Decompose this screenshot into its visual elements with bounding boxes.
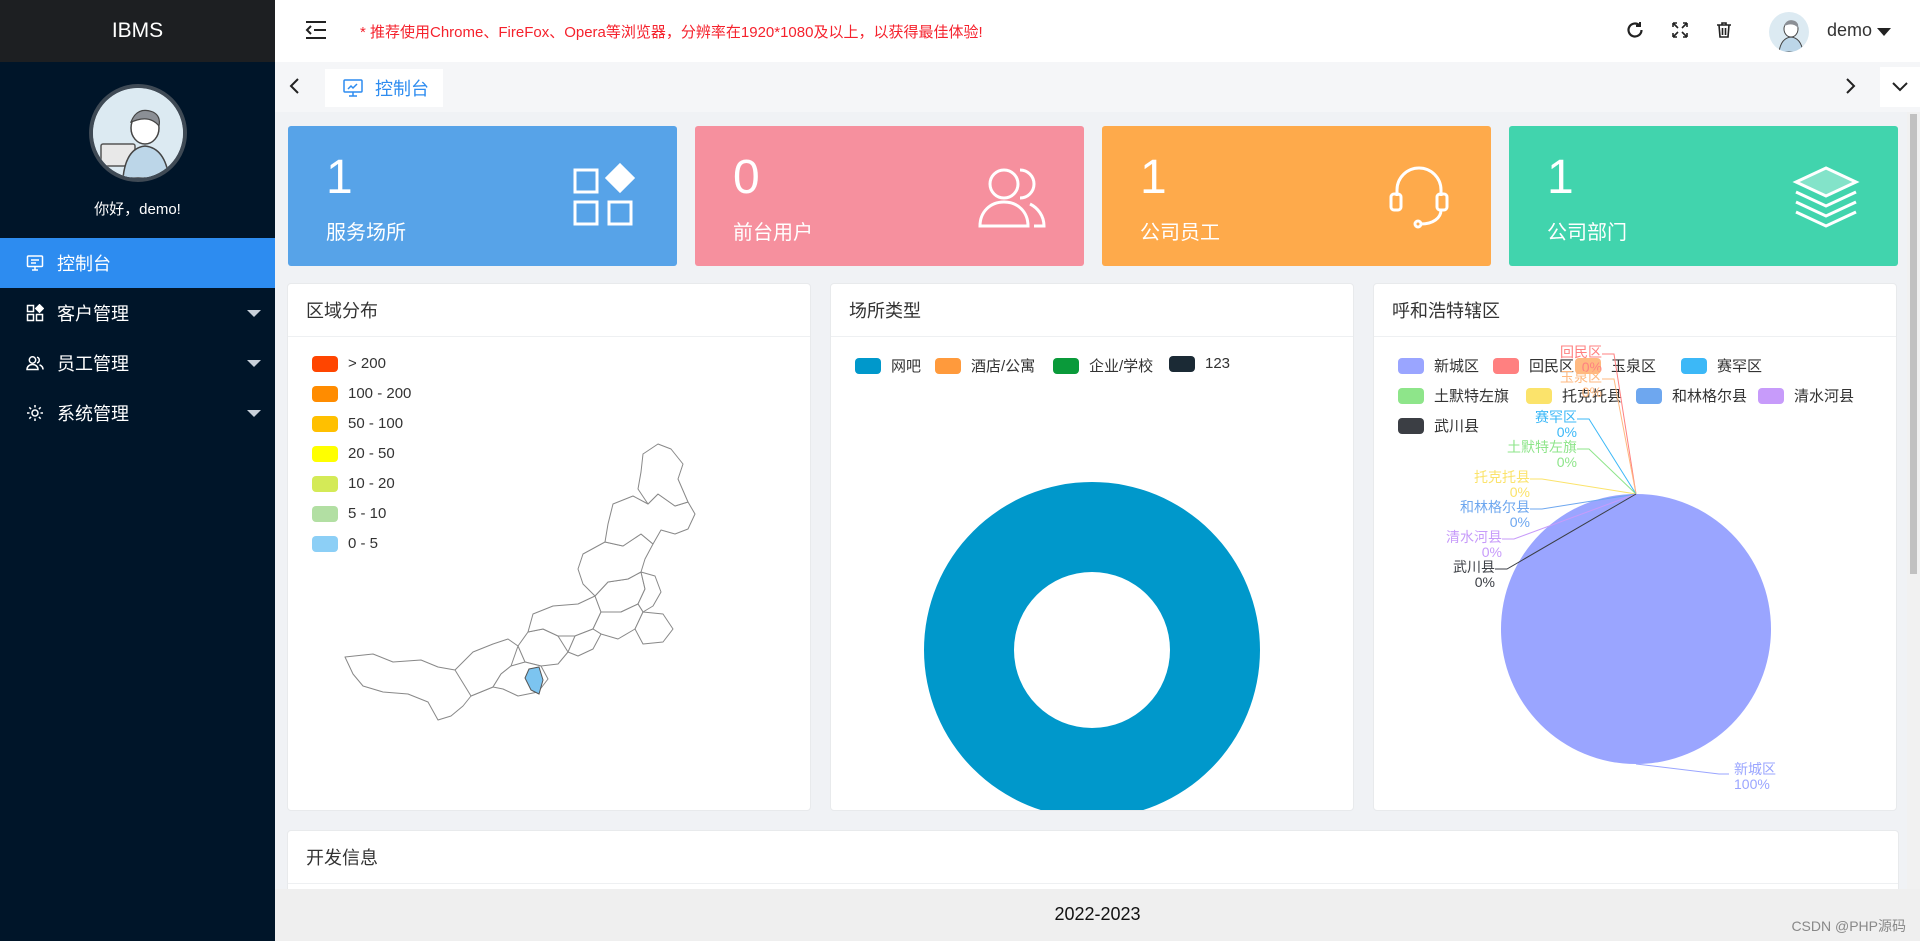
pie-label: 赛罕区 0% <box>1535 409 1577 440</box>
pie-label: 托克托县 0% <box>1474 469 1530 500</box>
sidebar-item-dashboard[interactable]: 控制台 <box>0 238 275 288</box>
top-header: * 推荐使用Chrome、FireFox、Opera等浏览器，分辨率在1920*… <box>275 0 1920 62</box>
users-icon <box>25 353 45 373</box>
legend-swatch <box>312 475 338 492</box>
pie-leader-line <box>1635 763 1729 775</box>
stat-value: 1 <box>1140 151 1167 204</box>
footer: 2022-2023 CSDN @PHP源码 <box>275 889 1920 941</box>
stat-card-users[interactable]: 0 前台用户 <box>695 126 1084 266</box>
pie-leader-line <box>1577 418 1637 495</box>
users-icon <box>978 168 1046 228</box>
sidebar-item-label: 客户管理 <box>57 304 129 324</box>
panel-title: 区域分布 <box>288 284 810 337</box>
legend-swatch <box>312 445 338 462</box>
panel-venue: 场所类型 网吧 酒店/公寓 企业/学校 123 <box>830 283 1354 811</box>
tabs-dropdown-button[interactable] <box>1880 67 1920 107</box>
copyright: 2022-2023 <box>1054 904 1141 924</box>
pie-slice <box>1501 493 1771 765</box>
stat-value: 0 <box>733 151 760 204</box>
chevron-down-icon[interactable] <box>1877 28 1891 36</box>
tabs-bar: 控制台 <box>275 62 1920 112</box>
watermark: CSDN @PHP源码 <box>1791 918 1906 934</box>
scrollbar-thumb[interactable] <box>1910 114 1917 574</box>
legend-item[interactable]: 50 - 100 <box>312 415 403 432</box>
profile: 你好，demo! <box>0 62 275 238</box>
panel-title: 开发信息 <box>288 831 1898 884</box>
trash-icon[interactable] <box>1714 20 1734 40</box>
pie-label: 清水河县 0% <box>1446 529 1502 560</box>
panel-district: 呼和浩特辖区 新城区 回民区 玉泉区 赛罕区 土默特左旗 托克托县 和林格尔县 清水河县 武川县… <box>1373 283 1897 811</box>
stat-label: 公司部门 <box>1547 222 1627 244</box>
stat-value: 1 <box>326 151 353 204</box>
venue-donut-chart[interactable] <box>831 336 1353 810</box>
panel-region: 区域分布 > 200 100 - 200 50 - 100 20 - 50 10 - 2… <box>287 283 811 811</box>
pie-label: 武川县 0% <box>1453 559 1495 590</box>
stat-card-employees[interactable]: 1 公司员工 <box>1102 126 1491 266</box>
page-scrollbar[interactable] <box>1907 112 1920 912</box>
tab-dashboard[interactable]: 控制台 <box>325 69 443 107</box>
sidebar: IBMS 你好，demo! 控制台 客户管理 员工管理 系统管理 <box>0 0 275 941</box>
legend-swatch <box>312 535 338 552</box>
region-map[interactable] <box>343 434 743 734</box>
pie-leader-line <box>1602 378 1637 495</box>
stat-label: 前台用户 <box>733 222 813 244</box>
pie-label: 和林格尔县 0% <box>1460 499 1530 530</box>
pie-label: 玉泉区 0% <box>1560 369 1602 400</box>
stat-label: 公司员工 <box>1140 222 1220 244</box>
chevron-down-icon <box>1892 82 1908 92</box>
chevron-left-icon[interactable] <box>285 76 305 96</box>
chevron-down-icon <box>247 310 261 317</box>
chevron-down-icon <box>247 360 261 367</box>
sidebar-item-system[interactable]: 系统管理 <box>0 388 275 438</box>
legend-item[interactable]: > 200 <box>312 355 386 372</box>
sidebar-item-label: 控制台 <box>57 254 111 274</box>
apps-icon <box>573 162 636 226</box>
legend-swatch <box>312 385 338 402</box>
sidebar-item-label: 系统管理 <box>57 404 129 424</box>
panel-title: 场所类型 <box>831 284 1353 337</box>
avatar[interactable] <box>88 84 187 182</box>
chevron-down-icon <box>247 410 261 417</box>
sidebar-item-label: 员工管理 <box>57 354 129 374</box>
main-content: 1 服务场所 0 前台用户 1 公司员工 1 公司部门 区域分布 > 200 10… <box>275 112 1920 912</box>
sidebar-item-staff[interactable]: 员工管理 <box>0 338 275 388</box>
stat-card-venues[interactable]: 1 服务场所 <box>288 126 677 266</box>
user-name[interactable]: demo <box>1827 20 1872 41</box>
stat-label: 服务场所 <box>326 222 406 244</box>
user-avatar[interactable] <box>1769 12 1809 52</box>
stat-value: 1 <box>1547 151 1574 204</box>
chevron-right-icon[interactable] <box>1840 76 1860 96</box>
legend-item[interactable]: 100 - 200 <box>312 385 411 402</box>
legend-swatch <box>312 355 338 372</box>
sidebar-item-customer[interactable]: 客户管理 <box>0 288 275 338</box>
pie-label: 土默特左旗 0% <box>1507 439 1577 470</box>
legend-swatch <box>312 505 338 522</box>
dashboard-icon <box>343 79 365 97</box>
greeting: 你好，demo! <box>94 201 181 218</box>
legend-label: 50 - 100 <box>348 415 404 432</box>
legend-label: 100 - 200 <box>348 385 412 402</box>
stat-card-departments[interactable]: 1 公司部门 <box>1509 126 1898 266</box>
apps-icon <box>25 303 45 323</box>
layers-icon <box>1792 166 1860 228</box>
donut-slice <box>924 482 1260 810</box>
pie-leader-line <box>1602 353 1637 495</box>
pie-leader-line <box>1530 478 1637 495</box>
legend-label: > 200 <box>348 355 386 372</box>
fullscreen-icon[interactable] <box>1670 20 1690 40</box>
monitor-icon <box>25 253 45 273</box>
legend-swatch <box>312 415 338 432</box>
pie-leader-line <box>1577 448 1637 495</box>
headset-icon <box>1389 166 1449 229</box>
gear-icon <box>25 403 45 423</box>
brand-title: IBMS <box>0 0 275 62</box>
browser-notice: * 推荐使用Chrome、FireFox、Opera等浏览器，分辨率在1920*… <box>360 24 983 41</box>
tab-label: 控制台 <box>375 79 429 99</box>
menu-toggle-icon[interactable] <box>305 20 327 40</box>
refresh-icon[interactable] <box>1625 20 1645 40</box>
pie-label-main: 新城区 100% <box>1734 761 1776 792</box>
